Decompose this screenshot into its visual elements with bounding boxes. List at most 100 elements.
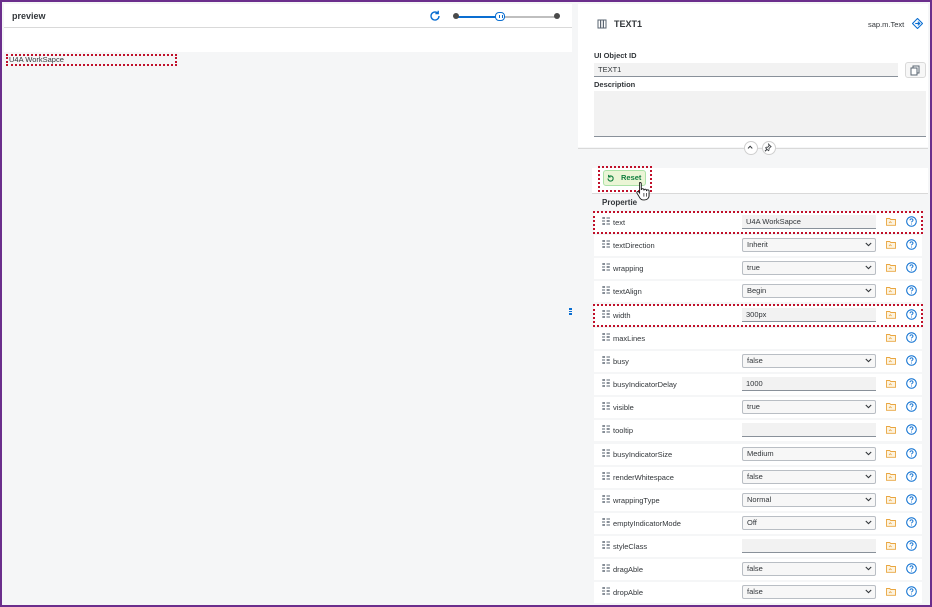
folder-icon[interactable] (886, 263, 896, 273)
property-value-text: U4A WorkSapce (746, 217, 801, 226)
help-icon[interactable] (906, 378, 917, 389)
property-value-textDirection[interactable]: Inherit (742, 238, 876, 253)
property-value-dropAble[interactable]: false (742, 585, 876, 600)
ui-object-id-input[interactable]: TEXT1 (594, 63, 898, 77)
chevron-down-icon (865, 566, 872, 571)
help-icon[interactable] (906, 401, 917, 412)
property-value-text: Inherit (747, 240, 768, 250)
property-value-text: Begin (747, 286, 767, 296)
property-row-busyIndicatorDelay: busyIndicatorDelay 1000 (594, 374, 922, 396)
folder-icon[interactable] (886, 425, 896, 435)
folder-icon[interactable] (886, 240, 896, 249)
property-icon (602, 217, 610, 225)
property-value-wrapping[interactable]: true (742, 261, 876, 276)
property-value-text[interactable]: U4A WorkSapce (742, 215, 876, 229)
property-value-emptyIndicatorMode[interactable]: Off (742, 515, 876, 530)
properties-panel: Reset Propertie text U4A WorkSapce textDir… (592, 164, 928, 605)
help-icon[interactable] (906, 308, 917, 320)
help-icon[interactable] (906, 285, 917, 297)
pin-icon (764, 142, 772, 152)
property-name: styleClass (613, 542, 648, 552)
property-row-dragAble: dragAble false (594, 559, 922, 581)
help-icon[interactable] (906, 540, 917, 551)
property-row-textDirection: textDirection Inherit (594, 235, 922, 257)
help-icon[interactable] (906, 239, 917, 250)
property-value-width[interactable]: 300px (742, 307, 876, 322)
description-label: Description (594, 80, 636, 89)
chevron-down-icon (865, 404, 872, 409)
property-icon (602, 517, 610, 526)
help-icon[interactable] (906, 563, 917, 575)
help-icon[interactable] (906, 331, 917, 343)
folder-icon[interactable] (886, 333, 896, 342)
property-icon (602, 286, 610, 295)
property-row-wrapping: wrapping true (594, 258, 922, 280)
property-name: textAlign (613, 287, 642, 297)
folder-icon[interactable] (886, 379, 896, 388)
property-row-textAlign: textAlign Begin (594, 281, 922, 303)
property-value-wrappingType[interactable]: Normal (742, 492, 876, 507)
property-value-dragAble[interactable]: false (742, 562, 876, 577)
property-icon (602, 587, 610, 596)
property-row-renderWhitespace: renderWhitespace false (594, 466, 922, 488)
folder-icon[interactable] (886, 472, 896, 481)
folder-icon[interactable] (886, 217, 896, 226)
description-textarea[interactable] (594, 91, 926, 137)
folder-icon[interactable] (886, 402, 896, 411)
zoom-slider[interactable] (451, 12, 560, 21)
help-icon[interactable] (906, 262, 917, 274)
property-icon (602, 425, 610, 434)
folder-icon[interactable] (886, 495, 896, 504)
pane-splitter[interactable] (568, 307, 573, 319)
chevron-up-icon (747, 145, 753, 149)
property-value-visible[interactable]: true (742, 400, 876, 415)
property-value-renderWhitespace[interactable]: false (742, 469, 876, 484)
chevron-down-icon (865, 474, 872, 479)
preview-text-control[interactable]: U4A WorkSapce (6, 54, 177, 66)
property-icon (602, 263, 610, 272)
property-value-styleClass[interactable] (742, 539, 876, 554)
property-name: busyIndicatorSize (613, 449, 673, 459)
property-name: tooltip (613, 426, 634, 436)
folder-icon[interactable] (886, 564, 896, 573)
property-row-visible: visible true (594, 397, 922, 419)
property-value-text: 1000 (746, 379, 763, 389)
folder-icon[interactable] (886, 587, 896, 597)
folder-icon[interactable] (886, 541, 896, 550)
folder-icon[interactable] (886, 356, 896, 365)
help-icon[interactable] (906, 470, 917, 482)
chevron-down-icon (865, 289, 872, 293)
help-icon[interactable] (906, 424, 917, 436)
slider-handle[interactable] (495, 12, 505, 21)
help-icon[interactable] (906, 493, 917, 505)
folder-icon[interactable] (886, 286, 896, 296)
property-name: wrappingType (613, 495, 660, 505)
folder-icon[interactable] (886, 310, 896, 319)
pin-header-button[interactable] (762, 141, 776, 155)
property-value-textAlign[interactable]: Begin (742, 284, 876, 299)
hand-cursor-icon (636, 182, 650, 201)
copy-id-button[interactable] (905, 62, 926, 78)
help-icon[interactable] (906, 517, 917, 528)
property-value-tooltip[interactable] (742, 423, 876, 438)
help-icon[interactable] (906, 355, 917, 366)
refresh-icon[interactable] (428, 9, 442, 23)
property-value-busy[interactable]: false (742, 353, 876, 368)
diamond-link-icon[interactable] (912, 18, 923, 29)
collapse-header-button[interactable] (744, 141, 758, 155)
text-control-icon (597, 19, 607, 29)
folder-icon[interactable] (886, 518, 896, 527)
property-icon (602, 332, 610, 341)
help-icon[interactable] (906, 586, 917, 598)
help-icon[interactable] (906, 447, 917, 459)
help-icon[interactable] (906, 216, 917, 227)
property-row-emptyIndicatorMode: emptyIndicatorMode Off (594, 512, 922, 534)
preview-title: preview (12, 11, 46, 21)
property-icon (602, 240, 610, 249)
folder-icon[interactable] (886, 449, 896, 458)
property-value-busyIndicatorSize[interactable]: Medium (742, 446, 876, 461)
property-row-tooltip: tooltip (594, 420, 922, 442)
property-value-busyIndicatorDelay[interactable]: 1000 (742, 377, 876, 392)
preview-header: preview (4, 4, 572, 28)
object-type: sap.m.Text (868, 20, 905, 29)
